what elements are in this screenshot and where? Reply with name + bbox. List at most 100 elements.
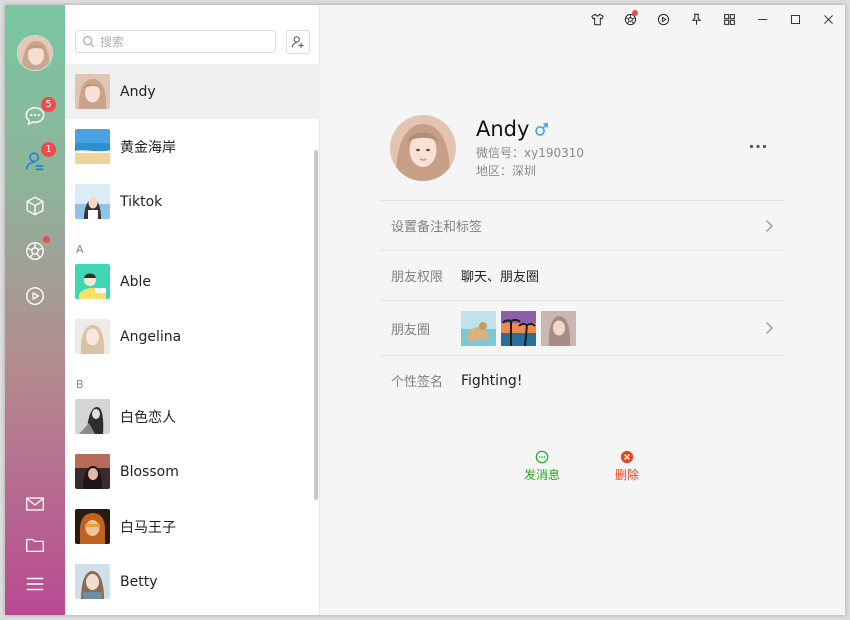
contact-name: 白色恋人 xyxy=(120,409,176,426)
channels-nav-button[interactable] xyxy=(20,281,50,311)
skin-button[interactable] xyxy=(581,5,614,33)
folder-icon xyxy=(26,538,44,553)
maximize-button[interactable] xyxy=(779,5,812,33)
contact-name: Tiktok xyxy=(120,193,163,210)
pin-button[interactable] xyxy=(680,5,713,33)
contact-name: Andy xyxy=(120,83,156,100)
contact-name: 白马王子 xyxy=(120,519,176,536)
contact-name: Blossom xyxy=(120,463,179,480)
contact-avatar xyxy=(75,74,110,109)
mail-icon xyxy=(26,497,44,511)
search-box[interactable] xyxy=(75,30,276,53)
more-options-button[interactable] xyxy=(746,138,770,154)
contact-item-tiktok[interactable]: Tiktok xyxy=(65,174,320,229)
delete-label: 删除 xyxy=(615,468,640,482)
chevron-right-icon xyxy=(766,219,773,232)
delete-icon xyxy=(620,450,634,464)
contact-item-prince[interactable]: 白马王子 xyxy=(65,499,320,554)
moments-label: 朋友圈 xyxy=(391,322,431,338)
menu-nav-button[interactable] xyxy=(20,569,50,599)
signature-value: Fighting! xyxy=(461,372,523,389)
more-dots-icon xyxy=(749,144,767,148)
close-button[interactable] xyxy=(812,5,845,33)
contact-avatar xyxy=(75,129,110,164)
close-icon xyxy=(824,14,833,24)
contact-avatar xyxy=(75,509,110,544)
wechat-id: 微信号：xy190310 xyxy=(476,146,585,160)
minimize-icon xyxy=(758,18,767,20)
moments-button[interactable] xyxy=(614,5,647,33)
message-icon xyxy=(535,450,549,464)
mini-programs-button[interactable] xyxy=(713,5,746,33)
moments-notification-dot xyxy=(632,10,638,16)
contact-item-blossom[interactable]: Blossom xyxy=(65,444,320,499)
unread-messages-badge: 5 xyxy=(41,97,56,112)
contact-item-betty[interactable]: Betty xyxy=(65,554,320,609)
nav-rail: 5 1 xyxy=(5,5,65,615)
set-remark-label: 设置备注和标签 xyxy=(391,220,483,235)
menu-icon xyxy=(26,577,44,591)
play-circle-icon xyxy=(26,287,44,305)
user-avatar[interactable] xyxy=(17,35,53,71)
moments-aperture-icon xyxy=(26,242,44,260)
contact-avatar xyxy=(75,264,110,299)
add-user-icon xyxy=(291,36,304,49)
play-circle-icon xyxy=(657,13,670,25)
contact-item-white-lover[interactable]: 白色恋人 xyxy=(65,389,320,444)
signature-label: 个性签名 xyxy=(391,375,444,390)
window-titlebar xyxy=(581,5,845,33)
contact-item-gold-coast[interactable]: 黄金海岸 xyxy=(65,119,320,174)
send-message-button[interactable]: 发消息 xyxy=(524,450,560,483)
contacts-nav-button[interactable]: 1 xyxy=(20,142,56,176)
files-nav-button[interactable] xyxy=(20,530,50,560)
add-contact-button[interactable] xyxy=(286,30,310,54)
contact-avatar xyxy=(75,454,110,489)
moment-thumbnail[interactable] xyxy=(461,310,496,346)
pin-icon xyxy=(691,13,702,25)
contact-avatar xyxy=(75,319,110,354)
contact-list-panel: Andy 黄金海岸 Tiktok A A xyxy=(65,5,320,615)
moments-row[interactable]: 朋友圈 xyxy=(380,300,784,355)
mini-programs-nav-button[interactable] xyxy=(20,191,50,221)
send-message-label: 发消息 xyxy=(524,468,561,482)
moment-thumbnail[interactable] xyxy=(501,310,536,346)
channels-button[interactable] xyxy=(647,5,680,33)
search-input[interactable] xyxy=(100,34,270,49)
signature-row: 个性签名 Fighting! xyxy=(380,355,784,405)
contact-name: Angelina xyxy=(120,328,182,345)
set-remark-row[interactable]: 设置备注和标签 xyxy=(380,200,784,250)
contact-name: Able xyxy=(120,273,151,290)
tshirt-icon xyxy=(591,13,604,25)
search-icon xyxy=(83,36,95,48)
contact-list: Andy 黄金海岸 Tiktok A Able Angelina B 白色恋人 … xyxy=(65,64,320,615)
contact-name: 黄金海岸 xyxy=(120,139,176,156)
contact-item-able[interactable]: Able xyxy=(65,254,320,309)
contact-avatar xyxy=(75,399,110,434)
contact-avatar xyxy=(75,184,110,219)
profile-avatar[interactable] xyxy=(390,115,456,181)
friend-permission-label: 朋友权限 xyxy=(391,270,444,285)
cube-icon xyxy=(26,196,44,216)
grid-icon xyxy=(724,13,735,25)
profile-name-row: Andy xyxy=(476,117,549,141)
maximize-icon xyxy=(790,14,801,24)
chevron-right-icon xyxy=(766,322,773,334)
contact-avatar xyxy=(75,564,110,599)
contact-item-angelina[interactable]: Angelina xyxy=(65,309,320,364)
friend-permission-row[interactable]: 朋友权限 聊天、朋友圈 xyxy=(380,250,784,300)
mail-nav-button[interactable] xyxy=(20,489,50,519)
delete-contact-button[interactable]: 删除 xyxy=(615,450,639,483)
profile-name: Andy xyxy=(476,117,530,141)
contact-list-scrollbar[interactable] xyxy=(314,150,318,500)
contact-name: Betty xyxy=(120,573,158,590)
moments-notification-dot xyxy=(43,236,50,243)
chat-nav-button[interactable]: 5 xyxy=(20,97,56,131)
new-contacts-badge: 1 xyxy=(41,142,56,157)
contact-item-andy[interactable]: Andy xyxy=(65,64,320,119)
male-gender-icon xyxy=(535,122,549,136)
moments-nav-button[interactable] xyxy=(20,236,50,266)
minimize-button[interactable] xyxy=(746,5,779,33)
contact-detail-panel: Andy 微信号：xy190310 地区：深圳 设置备注和标签 朋友权限 聊天、… xyxy=(320,5,845,615)
profile-region: 地区：深圳 xyxy=(476,164,537,178)
moment-thumbnail[interactable] xyxy=(541,310,576,346)
